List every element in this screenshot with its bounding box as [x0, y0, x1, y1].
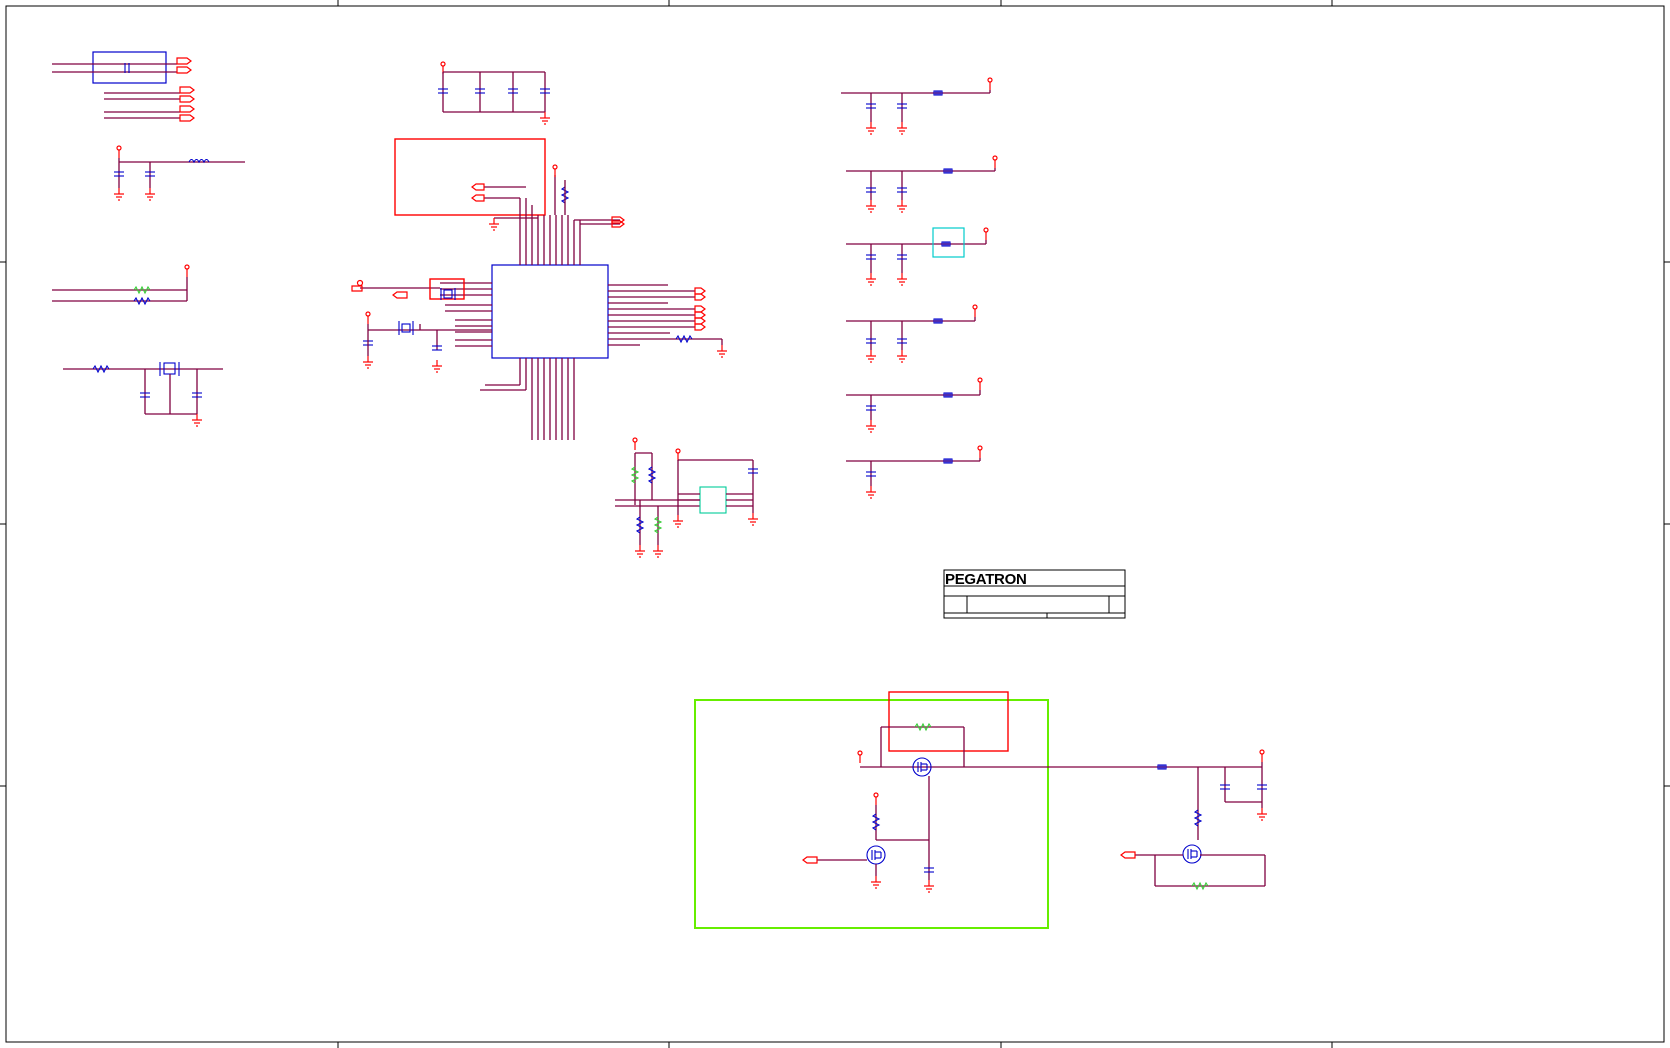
decoupling-cap-bank-top	[437, 61, 551, 125]
power-rail-filter-5	[846, 377, 983, 433]
eeprom-block	[615, 437, 759, 558]
company-logo: PEGATRON	[945, 571, 1027, 588]
power-rail-filter-1	[841, 77, 993, 135]
lc-filter-block	[113, 145, 245, 201]
power-switch-circuit	[694, 691, 1268, 929]
schematic-sheet: PEGATRON	[0, 0, 1670, 1048]
highlight-box-green	[694, 699, 1049, 929]
main-controller-ic	[351, 138, 728, 440]
power-rail-filter-4	[846, 304, 978, 363]
power-rail-filter-6	[846, 445, 983, 499]
sheet-border	[0, 0, 1670, 1048]
no-stuff-highlight-box	[394, 138, 546, 216]
power-rail-filter-2	[846, 155, 998, 213]
power-rail-filter-3	[846, 227, 989, 286]
ic-body	[491, 264, 609, 359]
pull-up-resistor-block	[52, 264, 190, 305]
connector-block-top-left	[52, 51, 195, 122]
crystal-oscillator-block	[63, 362, 223, 427]
title-block: PEGATRON	[943, 569, 1126, 619]
